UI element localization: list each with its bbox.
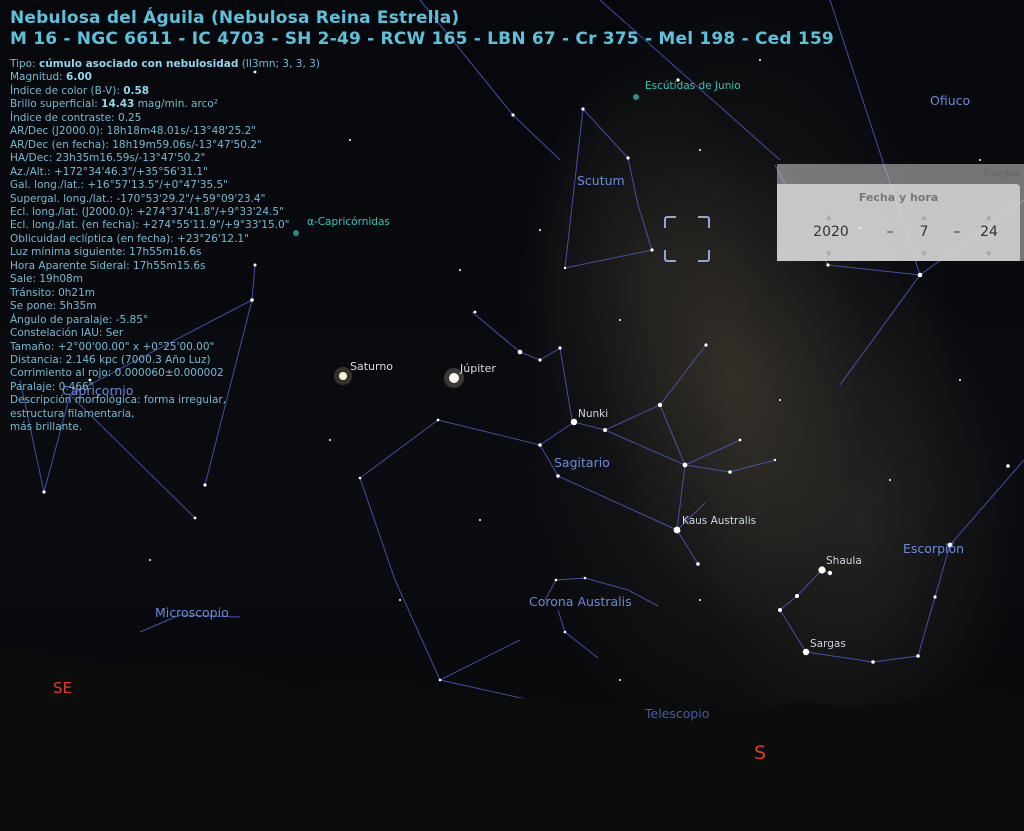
day-up-arrow[interactable]: ▲ <box>986 213 991 221</box>
info-line-label: estructura filamentaria, <box>10 407 135 420</box>
info-line-label: Descripción morfológica: forma irregular… <box>10 394 227 407</box>
label-ofiuco[interactable]: Ofiuco <box>930 93 970 108</box>
info-line-label: Se pone: 5h35m <box>10 300 97 313</box>
info-line: Paralaje: 0.466" <box>10 381 834 394</box>
info-line: Ecl. long./lat. (J2000.0): +274°37'41.8"… <box>10 206 834 219</box>
info-line: AR/Dec (en fecha): 18h19m59.06s/-13°47'5… <box>10 139 834 152</box>
date-window[interactable]: Fecha Fecha y hora ▲ 2020 ▼ – ▲ 7 ▼ – ▲ … <box>777 164 1024 261</box>
date-separator-1: – <box>886 224 894 240</box>
label-microscopio[interactable]: Microscopio <box>155 605 229 620</box>
object-info-panel: Nebulosa del Águila (Nebulosa Reina Estr… <box>10 8 834 435</box>
info-line-label: Tránsito: 0h21m <box>10 286 96 299</box>
info-line-label: AR/Dec (en fecha): 18h19m59.06s/-13°47'5… <box>10 138 262 151</box>
year-up-arrow[interactable]: ▲ <box>826 213 831 221</box>
day-field[interactable]: 24 <box>977 224 1001 240</box>
info-line-label: Sale: 19h08m <box>10 273 83 286</box>
info-line: Ecl. long./lat. (en fecha): +274°55'11.9… <box>10 219 834 232</box>
cardinal-se: SE <box>53 679 72 697</box>
info-line: Se pone: 5h35m <box>10 300 834 313</box>
label-kaus-australis[interactable]: Kaus Australis <box>682 515 756 527</box>
info-line-label: Supergal. long./lat.: -170°53'29.2"/+59°… <box>10 192 266 205</box>
info-line-value: 14.43 <box>101 98 135 111</box>
info-line: Gal. long./lat.: +16°57'13.5"/+0°47'35.5… <box>10 179 834 192</box>
date-separator-2: – <box>953 224 961 240</box>
year-down-arrow[interactable]: ▼ <box>826 250 831 258</box>
info-line-value: 6.00 <box>66 71 92 84</box>
info-line: Tamaño: +2°00'00.00" x +0°25'00.00" <box>10 341 834 354</box>
info-line-label: Brillo superficial: <box>10 98 102 111</box>
info-line-label: Gal. long./lat.: +16°57'13.5"/+0°47'35.5… <box>10 179 228 192</box>
info-line: Tipo: cúmulo asociado con nebulosidad (I… <box>10 58 834 71</box>
object-details: Tipo: cúmulo asociado con nebulosidad (I… <box>10 58 834 435</box>
cardinal-s: S <box>754 742 767 764</box>
info-line-label: Índice de color (B-V): <box>10 84 124 97</box>
info-line-label: Tamaño: +2°00'00.00" x +0°25'00.00" <box>10 340 215 353</box>
month-up-arrow[interactable]: ▲ <box>921 213 926 221</box>
date-time-title: Fecha y hora <box>858 191 939 204</box>
info-line-label: Ecl. long./lat. (J2000.0): +274°37'41.8"… <box>10 205 284 218</box>
info-line: Tránsito: 0h21m <box>10 287 834 300</box>
object-title: Nebulosa del Águila (Nebulosa Reina Estr… <box>10 8 460 28</box>
month-down-arrow[interactable]: ▼ <box>921 250 926 258</box>
info-line-label: Índice de contraste: 0.25 <box>10 111 142 124</box>
info-line: Supergal. long./lat.: -170°53'29.2"/+59°… <box>10 193 834 206</box>
info-line-label: Corrimiento al rojo: 0.000060±0.000002 <box>10 367 224 380</box>
info-line-value: 0.58 <box>123 84 150 97</box>
label-shaula[interactable]: Shaula <box>826 555 862 567</box>
info-line-suffix: mag/min. arco² <box>134 98 218 111</box>
info-line-label: Magnitud: <box>10 71 67 84</box>
info-line-suffix: (II3mn; 3, 3, 3) <box>238 58 320 70</box>
label-sagitario[interactable]: Sagitario <box>554 455 610 470</box>
info-line: Sale: 19h08m <box>10 273 834 286</box>
info-line-label: HA/Dec: 23h35m16.59s/-13°47'50.2" <box>10 152 206 165</box>
day-down-arrow[interactable]: ▼ <box>986 250 991 258</box>
label-corona-australis[interactable]: Corona Australis <box>529 594 632 609</box>
info-line-label: Tipo: <box>10 58 39 70</box>
label-sargas[interactable]: Sargas <box>810 638 846 650</box>
info-line-label: Oblicuidad eclíptica (en fecha): +23°26'… <box>10 232 249 245</box>
info-line: Corrimiento al rojo: 0.000060±0.000002 <box>10 367 834 380</box>
info-line-label: Luz mínima siguiente: 17h55m16.6s <box>10 246 202 259</box>
info-line-label: Hora Aparente Sideral: 17h55m15.6s <box>10 259 206 272</box>
info-line: Constelación IAU: Ser <box>10 327 834 340</box>
info-line: Brillo superficial: 14.43 mag/min. arco² <box>10 98 834 111</box>
info-line: HA/Dec: 23h35m16.59s/-13°47'50.2" <box>10 152 834 165</box>
info-line: Distancia: 2.146 kpc (7000.3 Año Luz) <box>10 354 834 367</box>
info-line: Índice de contraste: 0.25 <box>10 112 834 125</box>
date-window-title[interactable]: Fecha <box>984 167 1020 180</box>
info-line: Ángulo de paralaje: -5.85° <box>10 314 834 327</box>
info-line-label: AR/Dec (J2000.0): 18h18m48.01s/-13°48'25… <box>10 125 257 138</box>
info-line-label: más brillante. <box>10 421 83 434</box>
info-line: Oblicuidad eclíptica (en fecha): +23°26'… <box>10 233 834 246</box>
selection-reticle <box>664 216 710 262</box>
info-line-label: Paralaje: 0.466" <box>10 380 94 393</box>
object-catalog-ids: M 16 - NGC 6611 - IC 4703 - SH 2-49 - RC… <box>10 29 834 49</box>
date-time-panel: Fecha y hora ▲ 2020 ▼ – ▲ 7 ▼ – ▲ 24 ▼ <box>777 184 1020 261</box>
month-field[interactable]: 7 <box>915 224 933 240</box>
info-line: más brillante. <box>10 421 834 434</box>
info-line: Descripción morfológica: forma irregular… <box>10 394 834 407</box>
info-line: Luz mínima siguiente: 17h55m16.6s <box>10 246 834 259</box>
info-line-label: Az./Alt.: +172°34'46.3"/+35°56'31.1" <box>10 165 208 178</box>
year-field[interactable]: 2020 <box>807 224 855 240</box>
horizon-landscape <box>0 650 1024 831</box>
info-line: AR/Dec (J2000.0): 18h18m48.01s/-13°48'25… <box>10 125 834 138</box>
info-line: Índice de color (B-V): 0.58 <box>10 85 834 98</box>
info-line: Magnitud: 6.00 <box>10 71 834 84</box>
info-line-label: Ángulo de paralaje: -5.85° <box>10 313 149 326</box>
label-telescopio[interactable]: Telescopio <box>645 706 709 721</box>
info-line: Az./Alt.: +172°34'46.3"/+35°56'31.1" <box>10 166 834 179</box>
info-line-label: Distancia: 2.146 kpc (7000.3 Año Luz) <box>10 353 211 366</box>
info-line: estructura filamentaria, <box>10 408 834 421</box>
info-line-value: cúmulo asociado con nebulosidad <box>38 58 239 70</box>
label-escorpion[interactable]: Escorpión <box>903 541 964 556</box>
info-line-label: Ecl. long./lat. (en fecha): +274°55'11.9… <box>10 219 290 232</box>
info-line: Hora Aparente Sideral: 17h55m15.6s <box>10 260 834 273</box>
info-line-label: Constelación IAU: Ser <box>10 327 124 340</box>
